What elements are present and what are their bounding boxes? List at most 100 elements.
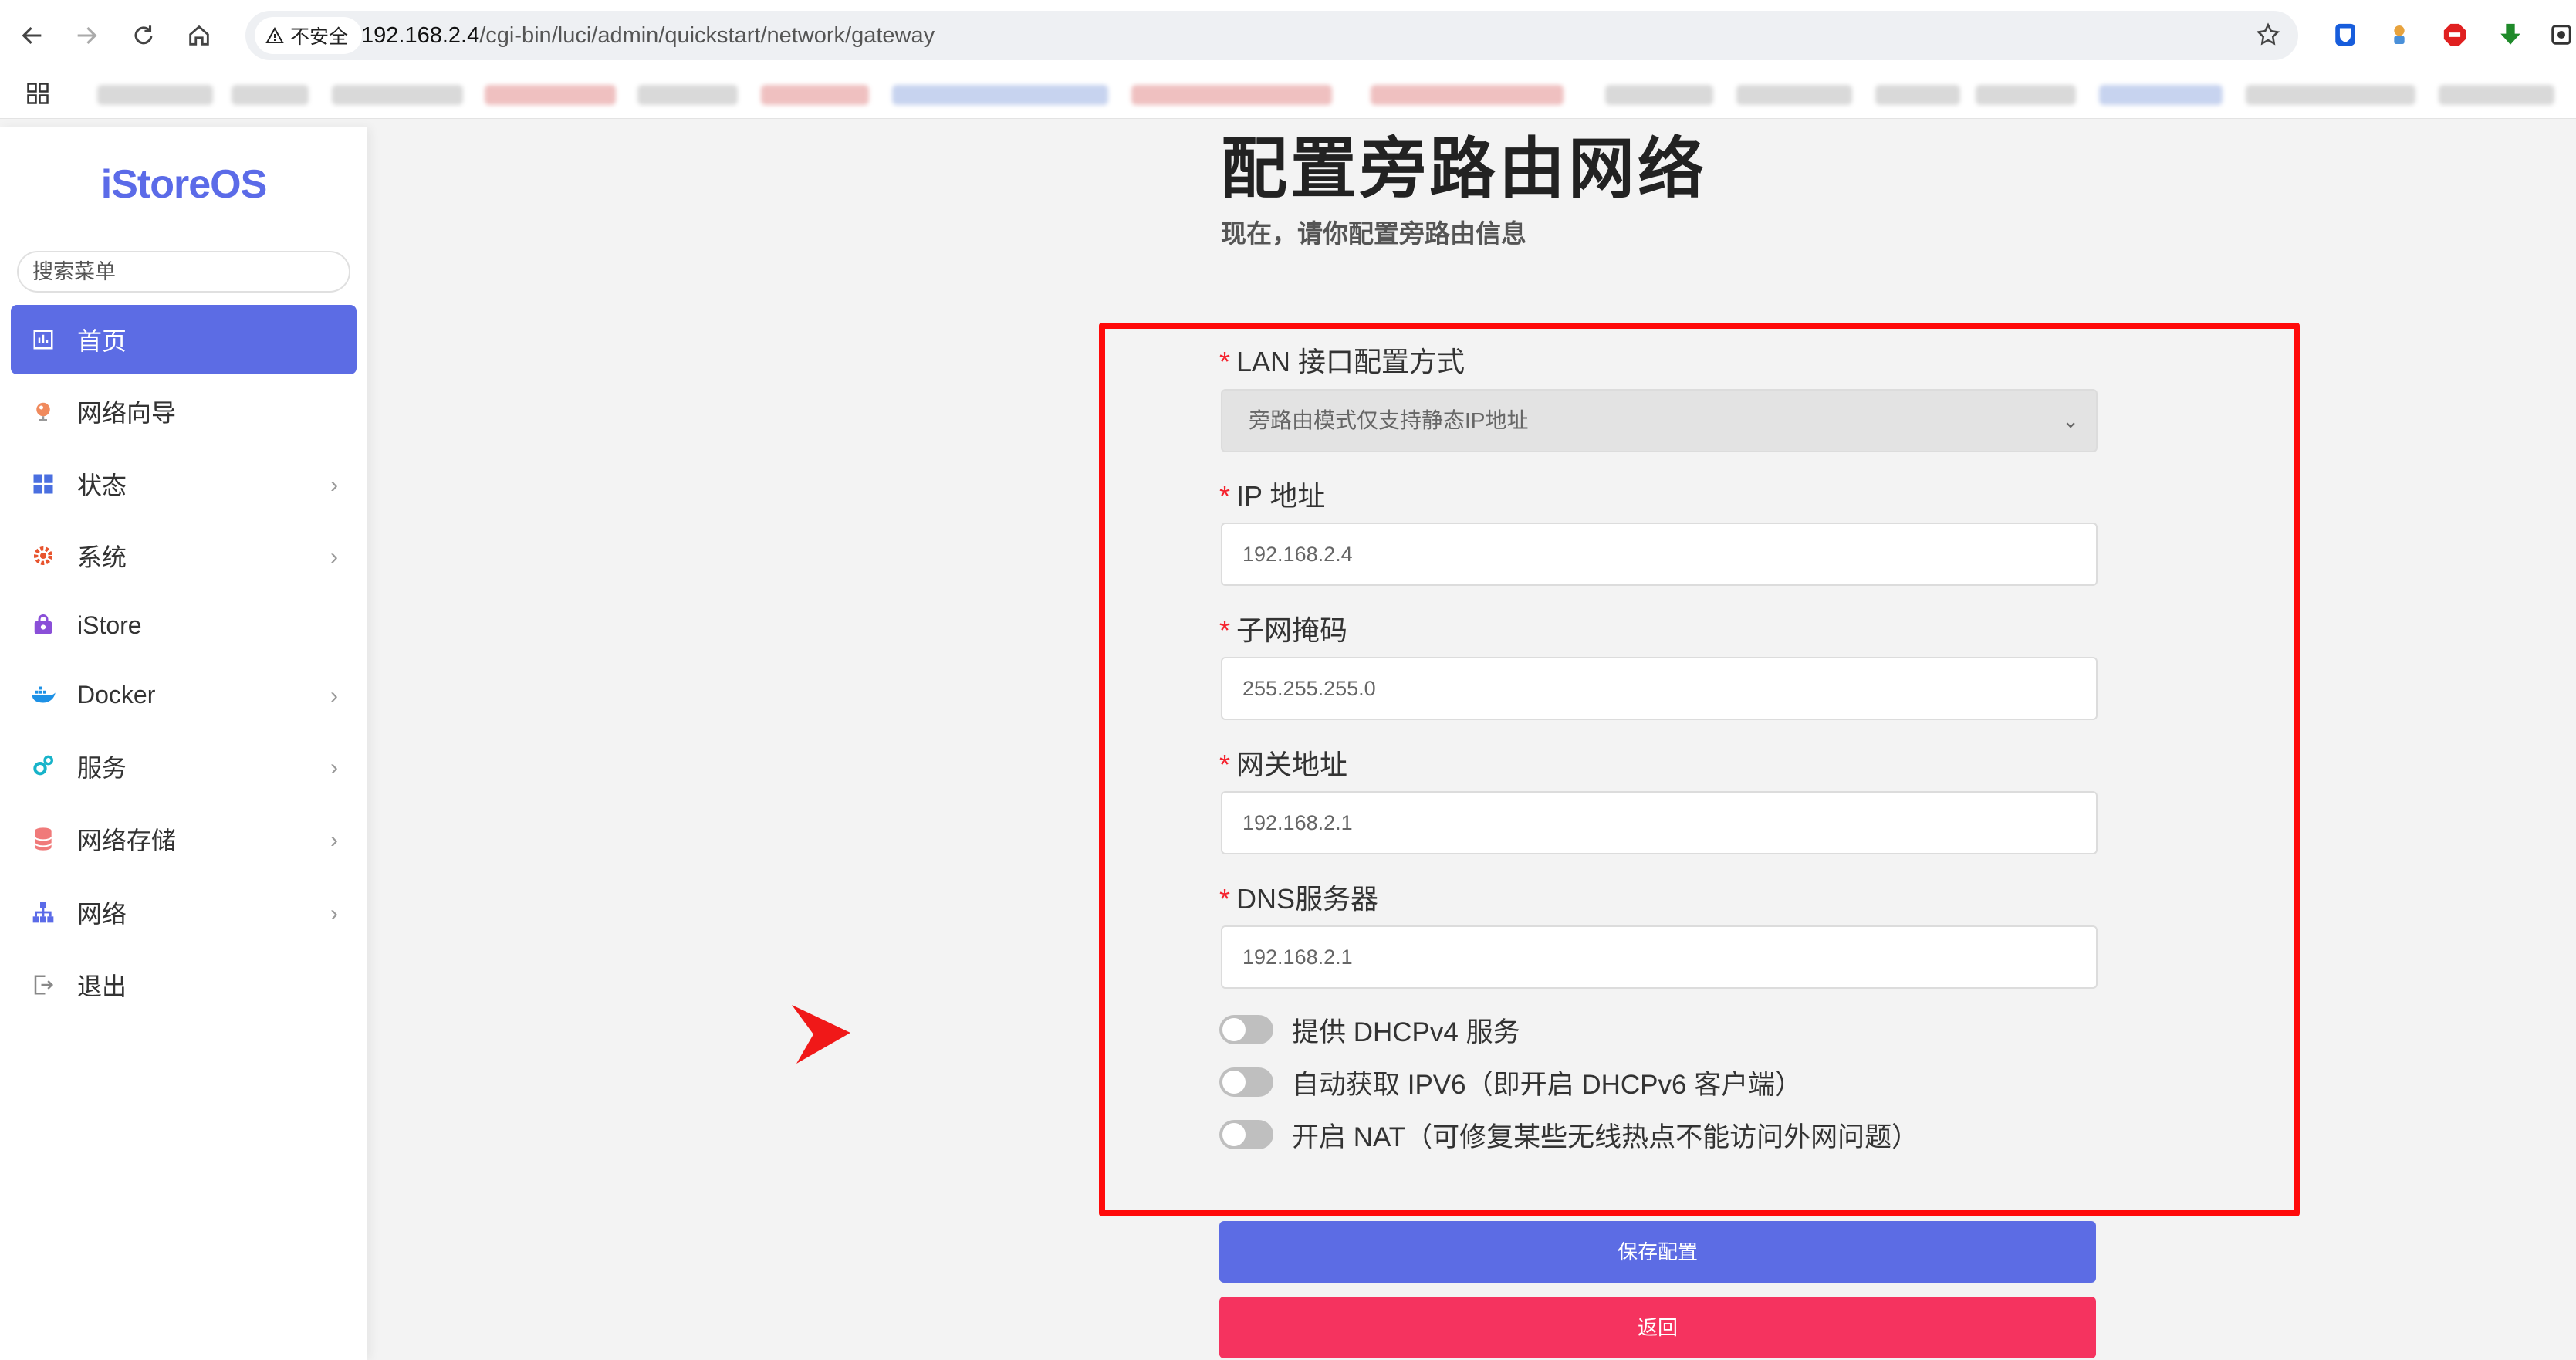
required-mark: * [1219, 480, 1231, 512]
bookmark-item[interactable] [2099, 85, 2223, 105]
netmask-input[interactable]: 255.255.255.0 [1221, 657, 2098, 720]
page-subtitle: 现在，请你配置旁路由信息 [1221, 219, 1526, 248]
sidebar-item-label: 状态 [77, 472, 127, 499]
sidebar-item-istore[interactable]: iStore [11, 590, 357, 660]
bookmark-item[interactable] [892, 85, 1108, 105]
nat-toggle[interactable] [1219, 1120, 1273, 1149]
lan-mode-select[interactable]: 旁路由模式仅支持静态IP地址 ⌄ [1221, 389, 2098, 452]
chevron-right-icon: › [330, 683, 338, 709]
lan-mode-label: * LAN 接口配置方式 [1219, 340, 1465, 380]
search-menu-input[interactable]: 搜索菜单 [17, 251, 350, 293]
store-bag-icon [28, 610, 59, 641]
chevron-right-icon: › [330, 827, 338, 853]
sidebar-item-label: 网络存储 [77, 827, 177, 854]
ipv6-toggle[interactable] [1219, 1067, 1273, 1097]
logout-icon [28, 969, 59, 1000]
apps-grid-icon[interactable] [26, 82, 49, 109]
globe-icon [28, 396, 59, 427]
bookmark-item[interactable] [1605, 85, 1713, 105]
sidebar-item-home[interactable]: 首页 [11, 305, 357, 374]
address-bar[interactable]: 不安全 192.168.2.4/cgi-bin/luci/admin/quick… [245, 11, 2298, 60]
save-config-button[interactable]: 保存配置 [1219, 1221, 2096, 1283]
required-mark: * [1219, 749, 1231, 780]
browser-toolbar: 不安全 192.168.2.4/cgi-bin/luci/admin/quick… [0, 0, 2576, 69]
lan-mode-value: 旁路由模式仅支持静态IP地址 [1249, 408, 1529, 432]
forward-arrow-icon[interactable] [68, 17, 105, 54]
security-indicator[interactable]: 不安全 [255, 17, 363, 54]
bookmark-item[interactable] [97, 85, 213, 105]
toggle-label: 自动获取 IPV6（即开启 DHCPv6 客户端） [1292, 1069, 1803, 1100]
bookmark-item[interactable] [637, 85, 738, 105]
adblock-extension-icon[interactable] [2437, 17, 2473, 52]
back-button[interactable]: 返回 [1219, 1297, 2096, 1358]
sidebar-item-label: 首页 [77, 327, 127, 355]
network-tree-icon [28, 897, 59, 928]
bookmark-item[interactable] [332, 85, 463, 105]
dhcpv4-toggle[interactable] [1219, 1015, 1273, 1044]
chevron-down-icon: ⌄ [2062, 409, 2079, 432]
sidebar-item-label: 退出 [77, 973, 127, 1000]
nat-toggle-row: 开启 NAT（可修复某些无线热点不能访问外网问题） [1219, 1115, 1918, 1154]
sidebar: iStoreOS 搜索菜单 首页 网络向导 状态 › 系统 › iStore D… [0, 127, 367, 1360]
gear-icon [28, 540, 59, 571]
red-pointer-arrow-icon [790, 1003, 852, 1065]
url-path: /cgi-bin/luci/admin/quickstart/network/g… [479, 23, 935, 48]
bookmark-item[interactable] [1976, 85, 2076, 105]
bookmark-item[interactable] [1371, 85, 1564, 105]
url-text[interactable]: 192.168.2.4/cgi-bin/luci/admin/quickstar… [361, 11, 935, 60]
sidebar-item-services[interactable]: 服务 › [11, 732, 357, 801]
sidebar-item-network-wizard[interactable]: 网络向导 [11, 377, 357, 446]
netmask-label: * 子网掩码 [1219, 608, 1347, 648]
dns-input[interactable]: 192.168.2.1 [1221, 925, 2098, 989]
bookmark-item[interactable] [232, 85, 309, 105]
sidebar-item-network[interactable]: 网络 › [11, 878, 357, 947]
sidebar-item-status[interactable]: 状态 › [11, 449, 357, 519]
extension-box-icon[interactable] [2547, 17, 2576, 52]
label-text: DNS服务器 [1236, 883, 1379, 915]
dashboard-icon [28, 324, 59, 355]
url-host: 192.168.2.4 [361, 23, 480, 48]
gateway-input[interactable]: 192.168.2.1 [1221, 791, 2098, 854]
docker-whale-icon [28, 679, 59, 710]
chevron-right-icon: › [330, 472, 338, 498]
ip-label: * IP 地址 [1219, 474, 1325, 514]
bookmark-star-icon[interactable] [2255, 22, 2281, 52]
bookmark-item[interactable] [761, 85, 869, 105]
page-title: 配置旁路由网络 [1221, 132, 1707, 206]
extension-puzzle-icon[interactable] [2382, 17, 2417, 52]
dns-label: * DNS服务器 [1219, 877, 1378, 917]
required-mark: * [1219, 614, 1231, 646]
back-arrow-icon[interactable] [14, 17, 51, 54]
bookmark-item[interactable] [2439, 85, 2554, 105]
download-arrow-icon[interactable] [2493, 17, 2528, 52]
sidebar-item-label: Docker [77, 680, 156, 709]
label-text: 网关地址 [1236, 749, 1348, 780]
sidebar-item-logout[interactable]: 退出 [11, 950, 357, 1020]
istoreos-logo[interactable]: iStoreOS [0, 161, 367, 208]
bookmark-item[interactable] [1875, 85, 1960, 105]
sidebar-item-label: iStore [77, 611, 142, 639]
sidebar-item-network-storage[interactable]: 网络存储 › [11, 804, 357, 874]
required-mark: * [1219, 883, 1231, 915]
toggle-label: 开启 NAT（可修复某些无线热点不能访问外网问题） [1292, 1121, 1919, 1152]
reload-icon[interactable] [125, 17, 162, 54]
bookmark-item[interactable] [485, 85, 616, 105]
bookmark-item[interactable] [1131, 85, 1332, 105]
label-text: LAN 接口配置方式 [1236, 346, 1465, 377]
home-icon[interactable] [181, 17, 218, 54]
warning-triangle-icon [265, 26, 284, 43]
sidebar-item-label: 系统 [77, 543, 127, 571]
ipv6-toggle-row: 自动获取 IPV6（即开启 DHCPv6 客户端） [1219, 1063, 1802, 1101]
label-text: IP 地址 [1236, 480, 1326, 512]
ip-address-input[interactable]: 192.168.2.4 [1221, 523, 2098, 586]
bookmark-item[interactable] [2246, 85, 2415, 105]
sidebar-item-docker[interactable]: Docker › [11, 660, 357, 729]
sidebar-item-system[interactable]: 系统 › [11, 521, 357, 590]
label-text: 子网掩码 [1236, 614, 1348, 646]
chevron-right-icon: › [330, 755, 338, 780]
sidebar-item-label: 网络向导 [77, 399, 177, 427]
bitwarden-extension-icon[interactable] [2328, 17, 2363, 52]
bookmark-item[interactable] [1736, 85, 1852, 105]
gateway-label: * 网关地址 [1219, 743, 1347, 783]
grid-icon [28, 469, 59, 499]
